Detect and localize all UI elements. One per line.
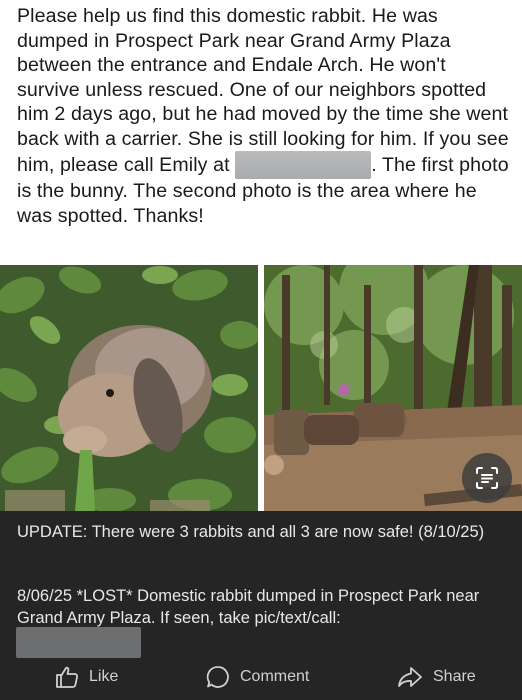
text-scan-icon bbox=[476, 467, 498, 489]
share-arrow-icon bbox=[398, 667, 422, 687]
park-area-photo[interactable] bbox=[264, 265, 522, 511]
text-scan-button[interactable] bbox=[462, 453, 512, 503]
comment-button[interactable]: Comment bbox=[205, 659, 309, 695]
redacted-contact bbox=[16, 627, 141, 658]
post-footer-panel: UPDATE: There were 3 rabbits and all 3 a… bbox=[0, 511, 522, 700]
like-label: Like bbox=[89, 668, 119, 685]
share-label: Share bbox=[433, 668, 476, 685]
comment-label: Comment bbox=[240, 668, 310, 685]
redacted-phone bbox=[235, 151, 372, 179]
photo-gallery bbox=[0, 265, 522, 511]
like-button[interactable]: Like bbox=[54, 659, 118, 695]
action-bar: Like Comment Share bbox=[0, 659, 522, 695]
rabbit-photo[interactable] bbox=[0, 265, 258, 511]
lost-text: 8/06/25 *LOST* Domestic rabbit dumped in… bbox=[17, 587, 480, 627]
post-body: Please help us find this domestic rabbit… bbox=[17, 4, 513, 228]
update-text: UPDATE: There were 3 rabbits and all 3 a… bbox=[17, 523, 485, 541]
thumbs-up-icon bbox=[56, 666, 78, 688]
share-button[interactable]: Share bbox=[396, 659, 476, 695]
speech-bubble-icon bbox=[206, 666, 229, 688]
